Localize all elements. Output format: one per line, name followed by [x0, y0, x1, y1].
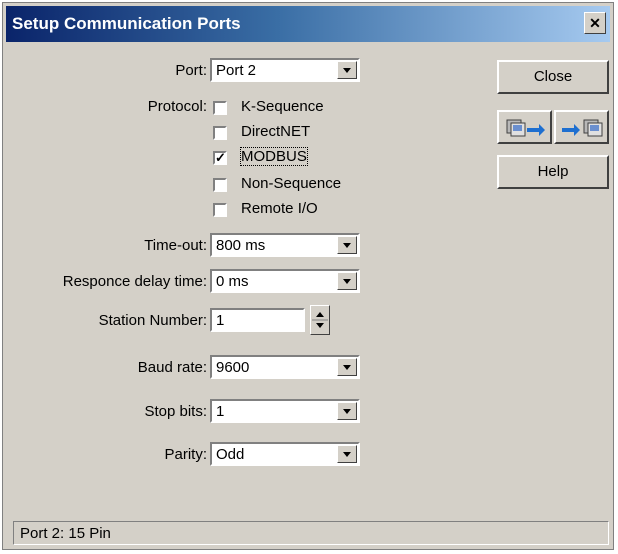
window-close-button[interactable]: ✕	[584, 12, 606, 34]
protocol-modbus-checkbox[interactable]: ✓	[213, 151, 227, 165]
response-delay-value: 0 ms	[216, 273, 249, 290]
parity-label: Parity:	[164, 446, 207, 463]
baud-rate-label: Baud rate:	[137, 359, 207, 376]
parity-dropdown-arrow-icon[interactable]	[337, 445, 357, 463]
help-button[interactable]: Help	[497, 155, 609, 189]
response-delay-dropdown-arrow-icon[interactable]	[337, 272, 357, 290]
status-text: Port 2: 15 Pin	[20, 525, 111, 542]
timeout-label: Time-out:	[144, 237, 207, 254]
port-dropdown-arrow-icon[interactable]	[337, 61, 357, 79]
stop-bits-dropdown-arrow-icon[interactable]	[337, 402, 357, 420]
protocol-remote-io-label: Remote I/O	[241, 200, 318, 217]
port-select[interactable]: Port 2	[210, 58, 360, 82]
baud-rate-select[interactable]: 9600	[210, 355, 360, 379]
status-bar: Port 2: 15 Pin	[13, 521, 609, 545]
station-number-input[interactable]: 1	[210, 308, 305, 332]
port-value: Port 2	[216, 62, 257, 79]
setup-communication-ports-dialog: Setup Communication Ports ✕ Port: Port 2…	[2, 2, 614, 550]
stop-bits-label: Stop bits:	[144, 403, 207, 420]
station-number-value: 1	[216, 312, 225, 329]
read-from-plc-button[interactable]	[497, 110, 552, 144]
checkmark-icon: ✓	[215, 150, 226, 165]
baud-rate-dropdown-arrow-icon[interactable]	[337, 358, 357, 376]
protocol-k-sequence-checkbox[interactable]	[213, 101, 227, 115]
pc-write-icon	[561, 119, 602, 137]
window-title: Setup Communication Ports	[12, 14, 241, 33]
response-delay-select[interactable]: 0 ms	[210, 269, 360, 293]
baud-rate-value: 9600	[216, 359, 250, 376]
station-number-label: Station Number:	[98, 312, 207, 329]
station-number-spinner[interactable]	[310, 305, 330, 335]
timeout-dropdown-arrow-icon[interactable]	[337, 236, 357, 254]
pc-read-icon	[506, 119, 545, 137]
spin-arrows-icon	[312, 312, 328, 328]
protocol-non-sequence-checkbox[interactable]	[213, 178, 227, 192]
protocol-modbus-label: MODBUS	[240, 147, 308, 166]
stop-bits-value: 1	[216, 403, 225, 420]
protocol-remote-io-checkbox[interactable]	[213, 203, 227, 217]
protocol-directnet-checkbox[interactable]	[213, 126, 227, 140]
close-button[interactable]: Close	[497, 60, 609, 94]
response-delay-label: Responce delay time:	[62, 273, 207, 290]
timeout-value: 800 ms	[216, 237, 266, 254]
title-bar: Setup Communication Ports ✕	[6, 6, 610, 42]
protocol-k-sequence-label: K-Sequence	[241, 98, 324, 115]
timeout-select[interactable]: 800 ms	[210, 233, 360, 257]
parity-value: Odd	[216, 446, 245, 463]
write-to-plc-button[interactable]	[554, 110, 609, 144]
parity-select[interactable]: Odd	[210, 442, 360, 466]
port-label: Port:	[175, 62, 207, 79]
protocol-directnet-label: DirectNET	[241, 123, 311, 140]
protocol-non-sequence-label: Non-Sequence	[241, 175, 342, 192]
stop-bits-select[interactable]: 1	[210, 399, 360, 423]
protocol-label: Protocol:	[147, 98, 207, 115]
